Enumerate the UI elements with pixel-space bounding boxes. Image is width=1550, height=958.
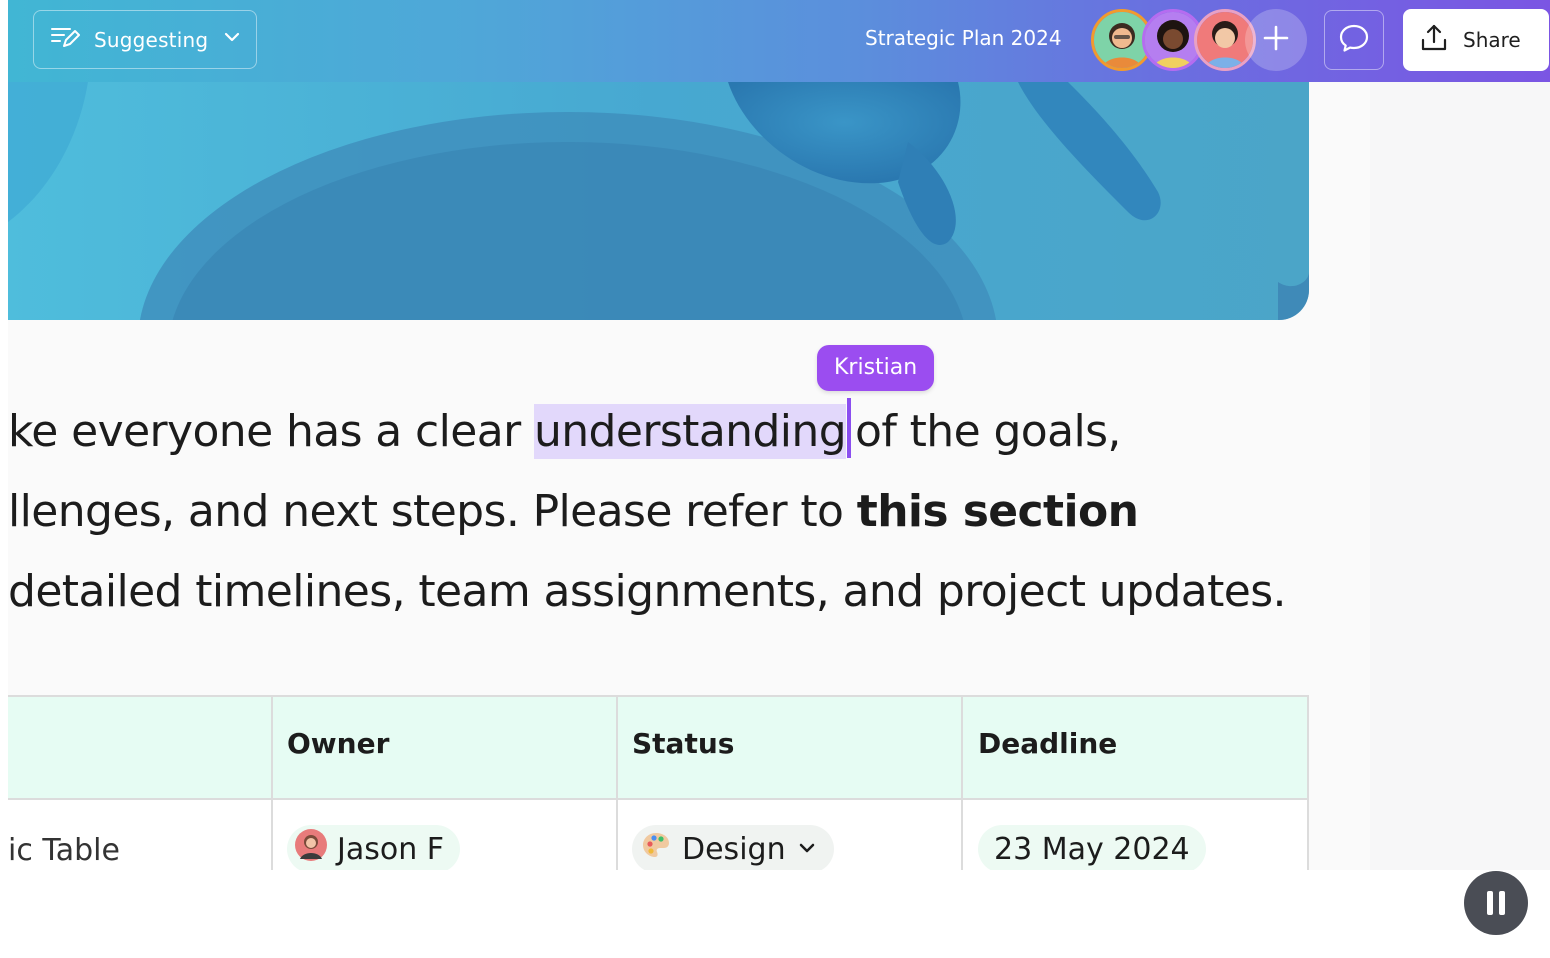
plus-icon xyxy=(1262,24,1290,56)
section-link[interactable]: this section xyxy=(857,486,1139,537)
data-table: Owner Status Deadline ic Table Jason F D… xyxy=(8,695,1309,870)
editing-mode-label: Suggesting xyxy=(94,27,209,52)
avatar xyxy=(295,829,327,869)
document-title[interactable]: Strategic Plan 2024 xyxy=(865,26,1062,50)
paragraph-line-1[interactable]: ke everyone has a clear understanding of … xyxy=(8,392,1368,472)
status-value: Design xyxy=(682,831,786,867)
comment-icon xyxy=(1338,22,1370,58)
task-cell[interactable]: ic Table xyxy=(8,833,120,868)
editing-mode-dropdown[interactable]: Suggesting xyxy=(33,10,257,69)
canvas: ke everyone has a clear understanding of … xyxy=(0,0,1550,870)
suggestion-highlight[interactable]: understanding xyxy=(533,404,847,459)
pause-button[interactable] xyxy=(1464,871,1528,935)
top-toolbar: Suggesting Strategic Plan 2024 Share xyxy=(8,0,1550,82)
text-after-highlight: of the goals, xyxy=(855,406,1121,457)
paragraph-line-3[interactable]: detailed timelines, team assignments, an… xyxy=(8,552,1368,632)
text-before-highlight: ke everyone has a clear xyxy=(8,406,534,457)
text-line-3: detailed timelines, team assignments, an… xyxy=(8,566,1287,617)
add-collaborator-button[interactable] xyxy=(1245,9,1307,71)
header-deadline[interactable]: Deadline xyxy=(978,727,1117,760)
share-label: Share xyxy=(1463,28,1521,52)
deadline-chip[interactable]: 23 May 2024 xyxy=(978,825,1206,870)
owner-chip[interactable]: Jason F xyxy=(287,825,461,870)
column-divider[interactable] xyxy=(961,695,963,870)
hero-image xyxy=(8,82,1309,320)
bottom-band xyxy=(0,870,1550,958)
upload-icon xyxy=(1419,23,1449,58)
paragraph-line-2[interactable]: llenges, and next steps. Please refer to… xyxy=(8,472,1368,552)
column-divider[interactable] xyxy=(616,695,618,870)
pause-icon-bar xyxy=(1499,891,1505,915)
header-owner[interactable]: Owner xyxy=(287,727,389,760)
pause-icon-bar xyxy=(1487,891,1493,915)
deadline-value: 23 May 2024 xyxy=(994,831,1190,867)
owner-name: Jason F xyxy=(337,831,445,867)
status-dropdown[interactable]: Design xyxy=(632,825,834,870)
header-status[interactable]: Status xyxy=(632,727,734,760)
collaborator-cursor-label: Kristian xyxy=(817,345,935,391)
share-button[interactable]: Share xyxy=(1403,9,1549,71)
chevron-down-icon xyxy=(796,832,818,867)
chevron-down-icon xyxy=(222,27,242,52)
suggest-edit-icon xyxy=(50,24,80,55)
left-edge xyxy=(0,0,8,870)
column-divider[interactable] xyxy=(271,695,273,870)
comments-button[interactable] xyxy=(1324,10,1384,70)
document-body[interactable]: ke everyone has a clear understanding of … xyxy=(8,392,1368,632)
right-gutter xyxy=(1370,82,1550,870)
palette-icon xyxy=(640,829,672,869)
column-divider xyxy=(1307,695,1309,870)
text-line-2: llenges, and next steps. Please refer to xyxy=(8,486,857,537)
collaborator-cursor xyxy=(847,398,852,458)
